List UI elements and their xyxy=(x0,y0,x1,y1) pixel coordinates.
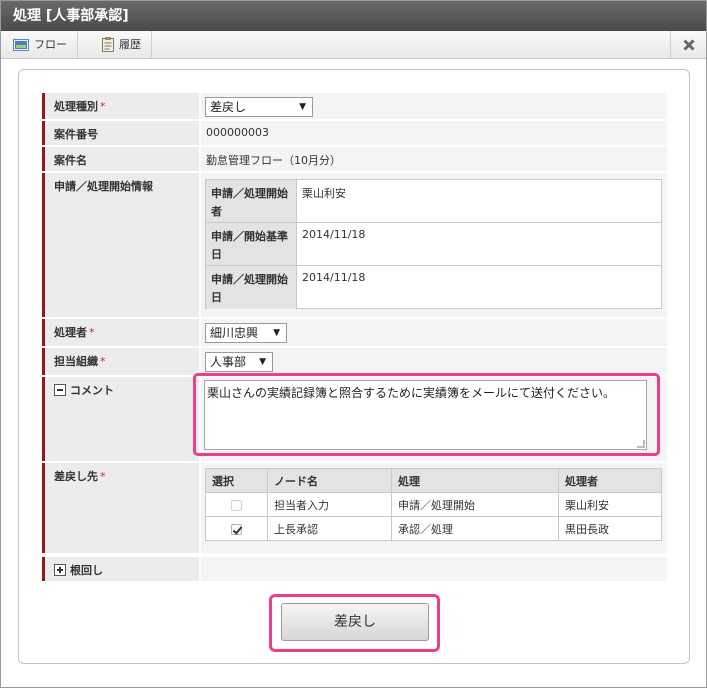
case-number-label: 案件番号 xyxy=(42,121,199,145)
col-person: 処理者 xyxy=(558,468,662,493)
row-nemawashi: 根回し xyxy=(42,557,667,581)
start-info-label: 申請／処理開始情報 xyxy=(42,173,199,317)
submit-highlight: 差戻し xyxy=(269,594,440,652)
case-number-value: 000000003 xyxy=(201,121,667,145)
processor-select[interactable]: 細川忠興 ▼ xyxy=(205,323,287,343)
flow-button[interactable]: フロー xyxy=(1,31,78,58)
chevron-down-icon: ▼ xyxy=(259,357,266,367)
col-action: 処理 xyxy=(391,468,559,493)
start-info-table: 申請／処理開始者 栗山利安 申請／開始基準日 2014/11/18 申請／処理開… xyxy=(205,179,662,309)
row-return-destination: 差戻し先 * 選択 ノード名 処理 処理者 担当者入力 申請／処理開始 栗山利安 … xyxy=(42,463,667,553)
collapse-icon[interactable] xyxy=(54,384,66,396)
history-label: 履歴 xyxy=(119,38,141,51)
flow-icon xyxy=(13,38,29,51)
comment-textarea[interactable]: 栗山さんの実績記録簿と照合するために実績簿をメールにて送付ください。 xyxy=(204,380,647,450)
comment-label[interactable]: コメント xyxy=(42,377,199,461)
row-case-number: 案件番号 000000003 xyxy=(42,121,667,145)
row-process-type: 処理種別 * 差戻し ▼ xyxy=(42,93,667,119)
case-name-label: 案件名 xyxy=(42,147,199,171)
resize-handle-icon[interactable] xyxy=(637,440,645,448)
process-type-select[interactable]: 差戻し ▼ xyxy=(205,97,313,117)
table-row: 上長承認 承認／処理 黒田長政 xyxy=(205,516,662,541)
expand-icon[interactable] xyxy=(54,564,66,576)
close-button[interactable] xyxy=(670,31,706,58)
col-select: 選択 xyxy=(205,468,268,493)
table-header-row: 選択 ノード名 処理 処理者 xyxy=(205,468,662,493)
organization-select[interactable]: 人事部 ▼ xyxy=(205,352,273,372)
return-destination-label: 差戻し先 * xyxy=(42,463,199,553)
start-info-row: 申請／処理開始日 2014/11/18 xyxy=(206,266,661,309)
row-case-name: 案件名 勤怠管理フロー（10月分） xyxy=(42,147,667,171)
toolbar: フロー 履歴 xyxy=(1,31,706,59)
flow-label: フロー xyxy=(34,38,67,51)
close-icon xyxy=(682,38,695,51)
case-name-value: 勤怠管理フロー（10月分） xyxy=(201,147,667,171)
start-info-row: 申請／処理開始者 栗山利安 xyxy=(206,180,661,223)
chevron-down-icon: ▼ xyxy=(273,328,280,338)
return-button[interactable]: 差戻し xyxy=(281,603,429,641)
processor-label: 処理者 * xyxy=(42,319,199,346)
row-processor: 処理者 * 細川忠興 ▼ xyxy=(42,319,667,346)
row-checkbox[interactable] xyxy=(231,523,242,535)
return-destination-table: 選択 ノード名 処理 処理者 担当者入力 申請／処理開始 栗山利安 上長承認 承… xyxy=(205,468,662,541)
nemawashi-label[interactable]: 根回し xyxy=(42,557,199,581)
organization-label: 担当組織 * xyxy=(42,348,199,375)
row-checkbox xyxy=(231,499,242,511)
process-window: 処理 [人事部承認] フロー 履歴 処理種別 * 差戻し ▼ 案件番号 0000… xyxy=(0,0,707,688)
start-info-row: 申請／開始基準日 2014/11/18 xyxy=(206,223,661,266)
row-organization: 担当組織 * 人事部 ▼ xyxy=(42,348,667,375)
history-button[interactable]: 履歴 xyxy=(90,31,152,58)
table-row: 担当者入力 申請／処理開始 栗山利安 xyxy=(205,492,662,517)
window-title: 処理 [人事部承認] xyxy=(1,1,706,31)
chevron-down-icon: ▼ xyxy=(299,102,306,112)
process-type-label: 処理種別 * xyxy=(42,93,199,119)
clipboard-icon xyxy=(102,37,114,52)
col-node: ノード名 xyxy=(267,468,392,493)
row-start-info: 申請／処理開始情報 申請／処理開始者 栗山利安 申請／開始基準日 2014/11… xyxy=(42,173,667,317)
row-comment: コメント 栗山さんの実績記録簿と照合するために実績簿をメールにて送付ください。 xyxy=(42,373,667,461)
comment-highlight: 栗山さんの実績記録簿と照合するために実績簿をメールにて送付ください。 xyxy=(193,373,660,456)
